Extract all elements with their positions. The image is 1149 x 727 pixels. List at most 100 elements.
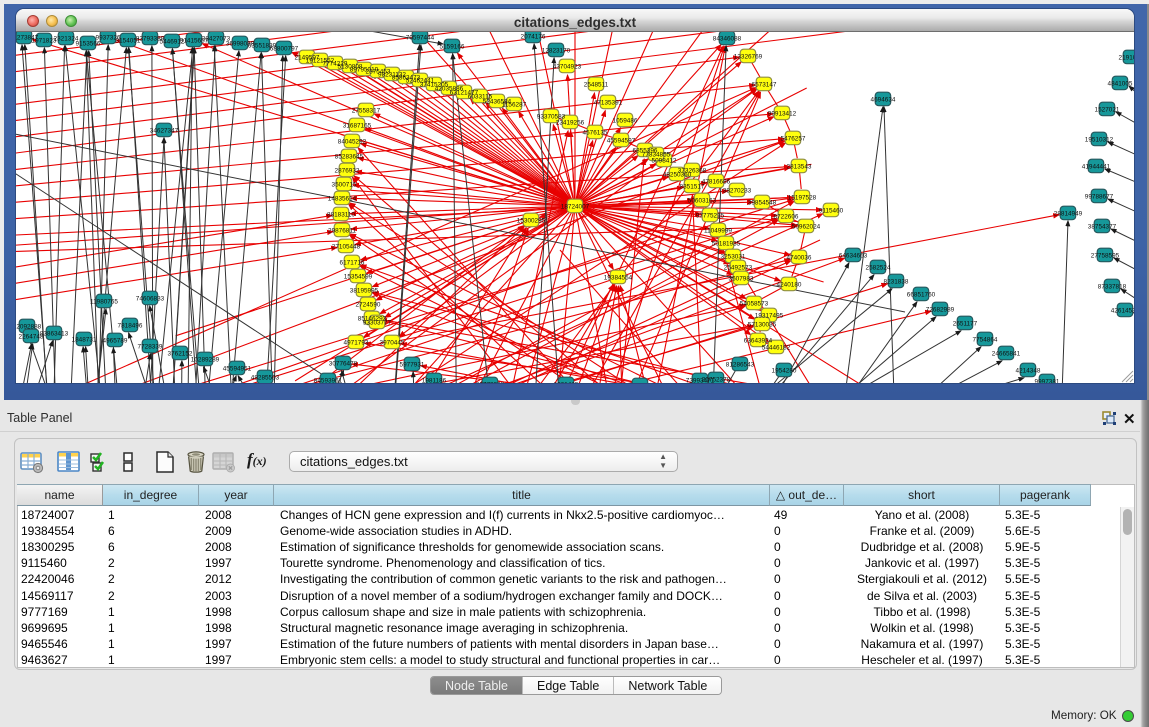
- svg-text:27105448: 27105448: [332, 243, 361, 250]
- svg-text:8231838: 8231838: [884, 278, 909, 285]
- svg-text:4214348: 4214348: [1016, 367, 1041, 374]
- svg-text:2724590: 2724590: [356, 301, 381, 308]
- svg-text:9115460: 9115460: [819, 207, 844, 214]
- svg-text:47816686: 47816686: [702, 178, 731, 185]
- svg-text:19510312: 19510312: [1085, 136, 1114, 143]
- svg-text:2813543: 2813543: [787, 163, 812, 170]
- svg-text:99788677: 99788677: [1085, 193, 1114, 200]
- svg-text:25492573: 25492573: [724, 264, 753, 271]
- svg-text:43704923: 43704923: [553, 63, 582, 70]
- svg-text:15300295: 15300295: [517, 217, 546, 224]
- svg-text:18724007: 18724007: [561, 203, 590, 210]
- svg-text:3970445: 3970445: [380, 339, 405, 346]
- svg-text:99913412: 99913412: [768, 110, 797, 117]
- svg-text:77834855: 77834855: [642, 151, 671, 158]
- svg-text:7818496: 7818496: [118, 322, 143, 329]
- svg-text:72682989: 72682989: [926, 306, 955, 313]
- svg-text:1954280: 1954280: [772, 367, 797, 374]
- svg-text:84045292: 84045292: [338, 138, 367, 145]
- svg-text:5098412: 5098412: [652, 157, 677, 164]
- svg-text:37326368: 37326368: [678, 167, 707, 174]
- svg-text:9153566: 9153566: [76, 40, 101, 47]
- svg-text:68800797: 68800797: [270, 45, 299, 52]
- svg-text:13326769: 13326769: [734, 53, 763, 60]
- svg-text:6573147: 6573147: [752, 81, 777, 88]
- svg-text:83863413: 83863413: [40, 330, 69, 337]
- svg-text:1156287: 1156287: [502, 101, 527, 108]
- svg-text:1059486: 1059486: [613, 117, 638, 124]
- svg-text:34627347: 34627347: [150, 127, 179, 134]
- svg-text:11049999: 11049999: [704, 227, 732, 234]
- svg-text:82772208: 82772208: [476, 381, 505, 383]
- svg-text:38754377: 38754377: [1088, 223, 1117, 230]
- svg-text:54058573: 54058573: [740, 300, 769, 307]
- svg-text:45594597: 45594597: [607, 137, 636, 144]
- svg-text:2548511: 2548511: [584, 81, 609, 88]
- svg-text:15197528: 15197528: [788, 194, 817, 201]
- svg-text:63643924: 63643924: [744, 337, 773, 344]
- svg-text:3607983: 3607983: [729, 275, 754, 282]
- svg-text:7728339: 7728339: [138, 343, 163, 350]
- svg-text:2876932: 2876932: [335, 167, 360, 174]
- svg-text:20752378: 20752378: [702, 376, 731, 383]
- svg-text:30776478: 30776478: [329, 360, 358, 367]
- svg-text:29876811: 29876811: [328, 227, 356, 234]
- svg-text:24665841: 24665841: [992, 350, 1021, 357]
- svg-text:10289289: 10289289: [191, 356, 220, 363]
- svg-text:2582524: 2582524: [866, 264, 891, 271]
- svg-text:4740036: 4740036: [787, 254, 812, 261]
- svg-text:50603163: 50603163: [688, 197, 717, 204]
- svg-text:19384554: 19384554: [604, 274, 633, 281]
- svg-text:41944441: 41944441: [1082, 163, 1111, 170]
- svg-text:8722606: 8722606: [774, 213, 799, 220]
- svg-text:3500715: 3500715: [332, 181, 357, 188]
- svg-text:2651177: 2651177: [953, 320, 978, 327]
- svg-text:38270233: 38270233: [723, 187, 752, 194]
- svg-text:4240180: 4240180: [777, 281, 802, 288]
- svg-text:4694634: 4694634: [871, 96, 896, 103]
- svg-text:15354599: 15354599: [344, 273, 373, 280]
- svg-text:54446182: 54446182: [762, 344, 791, 351]
- svg-text:4971793: 4971793: [344, 339, 369, 346]
- svg-text:39854548: 39854548: [748, 199, 777, 206]
- svg-text:2074176: 2074176: [521, 33, 546, 40]
- svg-text:9997381: 9997381: [1035, 378, 1060, 383]
- svg-text:1848731: 1848731: [72, 336, 97, 343]
- svg-text:57130035: 57130035: [748, 321, 777, 328]
- svg-text:1527021: 1527021: [1095, 106, 1120, 113]
- svg-text:97775215: 97775215: [696, 212, 725, 219]
- svg-text:4576135: 4576135: [583, 129, 608, 136]
- svg-text:50181935: 50181935: [712, 240, 741, 247]
- svg-text:19317495: 19317495: [755, 312, 784, 319]
- svg-text:84593961: 84593961: [314, 377, 343, 383]
- svg-text:50962024: 50962024: [792, 223, 821, 230]
- svg-text:27758595: 27758595: [1091, 252, 1120, 259]
- svg-text:45594951: 45594951: [223, 365, 252, 372]
- svg-text:38195995: 38195995: [350, 287, 379, 294]
- svg-text:6171716: 6171716: [340, 259, 365, 266]
- svg-text:7754864: 7754864: [973, 336, 998, 343]
- svg-text:74606833: 74606833: [136, 295, 165, 302]
- svg-text:4965789: 4965789: [103, 337, 128, 344]
- svg-text:81286543: 81286543: [726, 361, 755, 368]
- svg-text:23419256: 23419256: [556, 119, 585, 126]
- svg-text:87337818: 87337818: [1098, 283, 1127, 290]
- svg-text:27558317: 27558317: [352, 107, 381, 114]
- svg-text:72092888: 72092888: [16, 323, 42, 330]
- svg-text:48285503: 48285503: [251, 374, 280, 381]
- svg-text:64634663: 64634663: [839, 252, 868, 259]
- svg-text:85283645: 85283645: [335, 153, 364, 160]
- svg-text:5977931: 5977931: [400, 361, 425, 368]
- svg-text:11980765: 11980765: [90, 298, 118, 305]
- svg-text:42614537: 42614537: [1111, 307, 1134, 314]
- svg-text:31687165: 31687165: [343, 122, 372, 129]
- svg-text:84346088: 84346088: [713, 35, 742, 42]
- svg-text:3253031: 3253031: [721, 253, 746, 260]
- svg-text:1841248: 1841248: [628, 382, 653, 383]
- svg-text:47135391: 47135391: [594, 99, 623, 106]
- svg-text:93303777: 93303777: [363, 319, 392, 326]
- svg-text:14835614: 14835614: [328, 195, 357, 202]
- svg-text:4841005: 4841005: [1108, 80, 1133, 87]
- svg-text:5476257: 5476257: [781, 135, 806, 142]
- svg-text:12823170: 12823170: [542, 47, 571, 54]
